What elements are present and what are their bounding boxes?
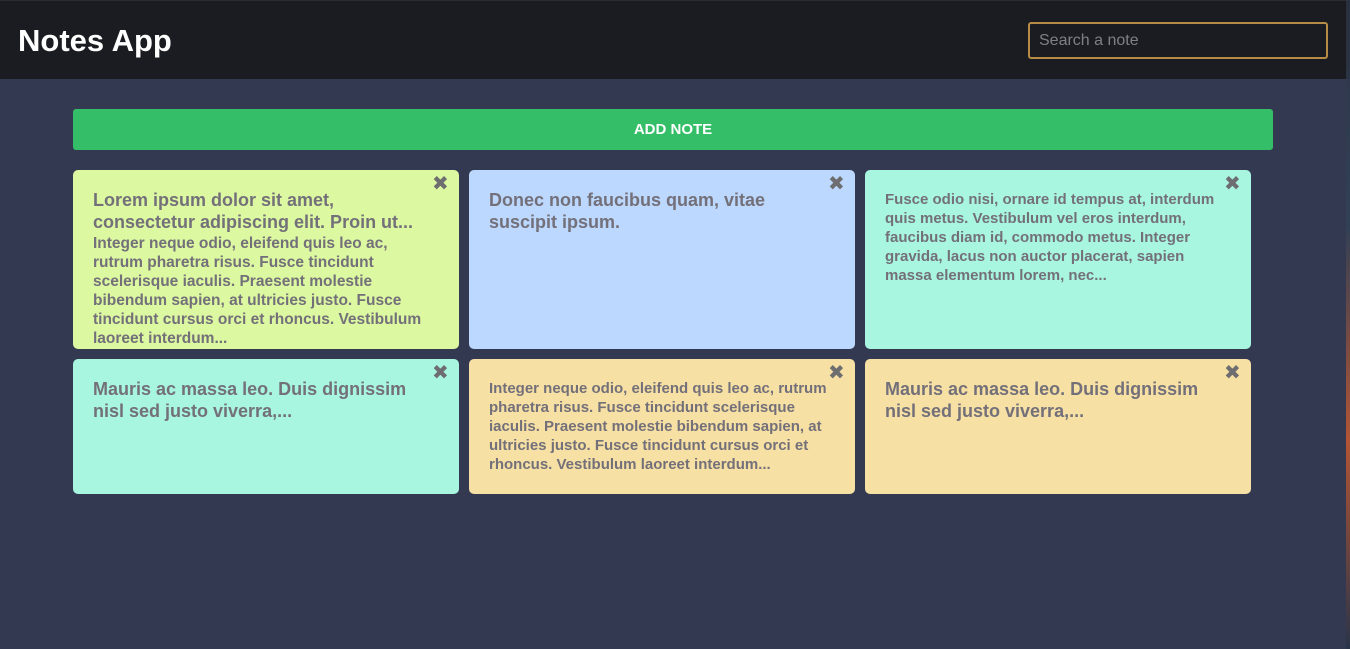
search-input[interactable] — [1028, 22, 1328, 59]
note-card[interactable]: ✖ Integer neque odio, eleifend quis leo … — [469, 359, 855, 494]
note-title: Mauris ac massa leo. Duis dignissim nisl… — [93, 379, 407, 421]
note-card[interactable]: ✖ Donec non faucibus quam, vitae suscipi… — [469, 170, 855, 349]
note-card[interactable]: ✖ Fusce odio nisi, ornare id tempus at, … — [865, 170, 1251, 349]
notes-grid: ✖ Lorem ipsum dolor sit amet, consectetu… — [73, 170, 1251, 494]
add-note-button[interactable]: ADD NOTE — [73, 109, 1273, 150]
note-body: Integer neque odio, eleifend quis leo ac… — [489, 380, 827, 473]
note-card[interactable]: ✖ Mauris ac massa leo. Duis dignissim ni… — [865, 359, 1251, 494]
notes-app: Notes App ADD NOTE ✖ Lorem ipsum dolor s… — [0, 0, 1350, 649]
note-title: Donec non faucibus quam, vitae suscipit … — [489, 190, 766, 232]
note-body: Fusce odio nisi, ornare id tempus at, in… — [885, 191, 1215, 284]
note-title: Lorem ipsum dolor sit amet, consectetur … — [93, 190, 414, 232]
note-title: Mauris ac massa leo. Duis dignissim nisl… — [885, 379, 1199, 421]
app-header: Notes App — [0, 0, 1350, 79]
app-title: Notes App — [18, 23, 172, 58]
note-card[interactable]: ✖ Mauris ac massa leo. Duis dignissim ni… — [73, 359, 459, 494]
window-edge-strip — [1346, 0, 1350, 649]
note-card[interactable]: ✖ Lorem ipsum dolor sit amet, consectetu… — [73, 170, 459, 349]
note-body: Integer neque odio, eleifend quis leo ac… — [93, 235, 422, 347]
